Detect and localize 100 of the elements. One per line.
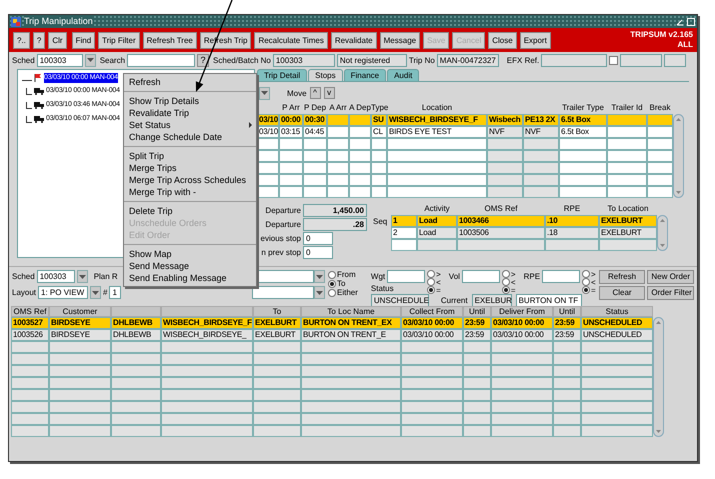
toolbar-button[interactable]: Trip Filter	[98, 32, 140, 48]
grid-cell[interactable]	[49, 401, 111, 413]
grid-cell[interactable]	[161, 401, 253, 413]
grid-cell[interactable]	[49, 353, 111, 365]
grid-cell[interactable]: BIRDSEYE	[49, 317, 111, 329]
grid-cell[interactable]	[349, 186, 371, 198]
radio-button[interactable]	[582, 286, 590, 294]
menu-item[interactable]: Show Trip Details	[124, 95, 256, 107]
grid-cell[interactable]	[279, 174, 303, 186]
grid-cell[interactable]	[111, 389, 161, 401]
grid-cell[interactable]	[487, 186, 523, 198]
grid-cell[interactable]: 23:59	[463, 317, 491, 329]
grid-cell[interactable]	[463, 425, 491, 437]
menu-item[interactable]: Merge Trip with -	[124, 186, 256, 198]
move-up-button[interactable]: ^	[310, 87, 321, 99]
grid-cell[interactable]	[581, 389, 653, 401]
text-field[interactable]	[620, 54, 662, 66]
grid-cell[interactable]	[401, 413, 463, 425]
grid-cell[interactable]	[253, 377, 301, 389]
grid-cell[interactable]	[253, 413, 301, 425]
grid-cell[interactable]	[327, 162, 349, 174]
tab[interactable]: Trip Detail	[257, 69, 308, 81]
dropdown-button[interactable]	[90, 286, 102, 299]
grid-cell[interactable]: DHLBEWB	[111, 317, 161, 329]
grid-cell[interactable]: 1003526	[11, 329, 49, 341]
grid-cell[interactable]	[49, 365, 111, 377]
grid-cell[interactable]	[371, 138, 387, 150]
radio-button[interactable]	[502, 286, 510, 294]
grid-cell[interactable]: 1003527	[11, 317, 49, 329]
text-field[interactable]: 0	[303, 246, 333, 259]
grid-cell[interactable]: EXELBURT	[599, 215, 657, 227]
grid-cell[interactable]	[487, 162, 523, 174]
grid-cell[interactable]: CL	[371, 126, 387, 138]
dropdown-button[interactable]	[259, 86, 270, 100]
grid-cell[interactable]	[487, 138, 523, 150]
grid-cell[interactable]	[11, 401, 49, 413]
menu-item[interactable]: Change Schedule Date	[124, 131, 256, 143]
grid-cell[interactable]: 6.5t Box	[559, 126, 607, 138]
grid-cell[interactable]	[553, 413, 581, 425]
grid-cell[interactable]	[111, 353, 161, 365]
grid-cell[interactable]	[11, 341, 49, 353]
grid-cell[interactable]	[523, 162, 559, 174]
grid-cell[interactable]	[301, 425, 401, 437]
grid-cell[interactable]	[581, 341, 653, 353]
grid-cell[interactable]	[401, 401, 463, 413]
dropdown-button[interactable]	[76, 270, 88, 283]
grid-cell[interactable]	[647, 186, 673, 198]
grid-cell[interactable]	[463, 413, 491, 425]
grid-cell[interactable]	[279, 138, 303, 150]
radio-button[interactable]	[328, 288, 336, 296]
grid-cell[interactable]	[463, 377, 491, 389]
grid-cell[interactable]	[523, 150, 559, 162]
grid-cell[interactable]	[301, 389, 401, 401]
grid-cell[interactable]	[581, 353, 653, 365]
grid-cell[interactable]: WISBECH_BIRDSEYE_F	[161, 317, 253, 329]
grid-cell[interactable]: UNSCHEDULED	[581, 329, 653, 341]
grid-cell[interactable]: WISBECH_BIRDSEYE_F	[387, 114, 487, 126]
grid-cell[interactable]	[257, 174, 279, 186]
text-field[interactable]	[541, 54, 608, 66]
grid-cell[interactable]	[161, 377, 253, 389]
grid-cell[interactable]	[11, 353, 49, 365]
grid-cell[interactable]	[607, 186, 647, 198]
grid-cell[interactable]	[553, 341, 581, 353]
toolbar-button[interactable]: Clr	[48, 32, 67, 48]
menu-item[interactable]: Set Status	[124, 119, 256, 131]
grid-cell[interactable]	[327, 138, 349, 150]
grid-cell[interactable]	[607, 126, 647, 138]
grid-cell[interactable]	[401, 425, 463, 437]
grid-cell[interactable]: BURTON ON TRENT_EX	[301, 317, 401, 329]
grid-cell[interactable]	[327, 150, 349, 162]
grid-cell[interactable]	[161, 353, 253, 365]
filter-button[interactable]: New Order	[647, 270, 694, 284]
grid-cell[interactable]: 03/10	[257, 114, 279, 126]
text-field[interactable]	[462, 270, 500, 283]
tab[interactable]: Audit	[387, 69, 420, 81]
radio-button[interactable]	[427, 278, 436, 286]
grid-cell[interactable]: 03/03/10 00:00	[401, 329, 463, 341]
grid-cell[interactable]: 03/03/10 00:00	[401, 317, 463, 329]
menu-item[interactable]: Show Map	[124, 248, 256, 260]
grid-cell[interactable]	[523, 186, 559, 198]
grid-cell[interactable]	[581, 401, 653, 413]
grid-cell[interactable]: 2	[391, 227, 417, 239]
grid-cell[interactable]: .18	[545, 227, 599, 239]
grid-cell[interactable]: SU	[371, 114, 387, 126]
help-button[interactable]: ?	[197, 54, 210, 66]
toolbar-button[interactable]: Refresh Tree	[142, 32, 197, 48]
grid-cell[interactable]	[11, 377, 49, 389]
dropdown-button[interactable]	[84, 54, 96, 66]
grid-cell[interactable]	[161, 341, 253, 353]
filter-button[interactable]: Order Filter	[647, 286, 694, 300]
grid-cell[interactable]	[581, 365, 653, 377]
grid-cell[interactable]	[491, 365, 553, 377]
grid-cell[interactable]	[559, 186, 607, 198]
grid-cell[interactable]	[647, 126, 673, 138]
grid-cell[interactable]	[49, 341, 111, 353]
grid-cell[interactable]: 03:15	[279, 126, 303, 138]
grid-cell[interactable]	[463, 365, 491, 377]
toolbar-button[interactable]: Recalculate Times	[254, 32, 328, 48]
grid-cell[interactable]: EXELBURT	[599, 227, 657, 239]
grid-cell[interactable]	[559, 138, 607, 150]
